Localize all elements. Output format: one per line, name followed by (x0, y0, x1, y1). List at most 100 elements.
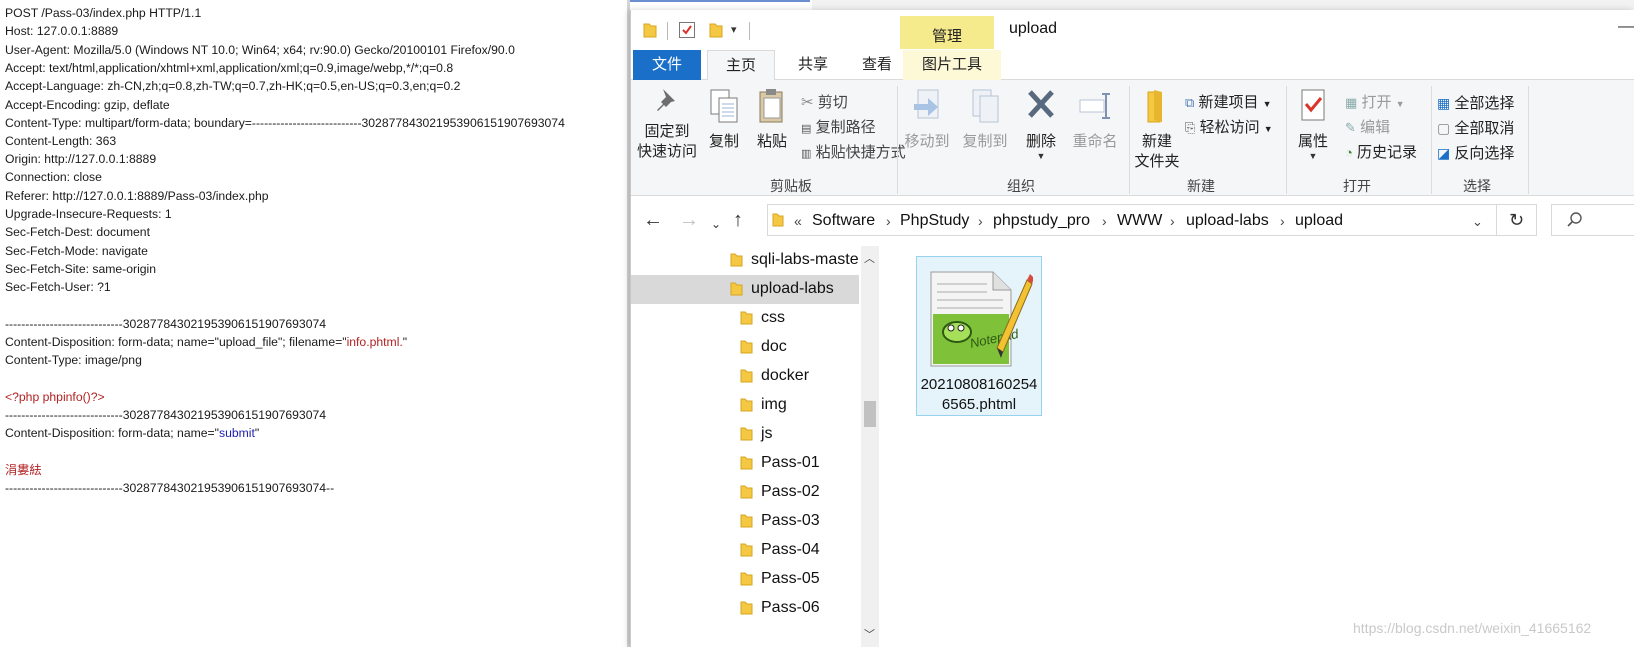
request-header-content-type[interactable]: Content-Type: multipart/form-data; bound… (5, 114, 565, 133)
scroll-down-arrow-icon[interactable]: ﹀ (864, 626, 875, 642)
folder-icon[interactable] (643, 22, 657, 38)
copy-button[interactable]: 复制 (703, 86, 745, 152)
submit-value-garbled[interactable]: 涓婁紶 (5, 461, 42, 480)
multipart-boundary[interactable]: -----------------------------30287784302… (5, 315, 326, 334)
new-item-button[interactable]: ⧉ 新建项目 ▼ (1185, 93, 1272, 114)
back-arrow-icon[interactable]: ← (643, 208, 663, 232)
tree-item-css[interactable]: css (631, 304, 859, 333)
tab-share[interactable]: 共享 (786, 50, 840, 80)
edit-button[interactable]: ✎ 编辑 (1345, 118, 1390, 138)
tab-picture-tools[interactable]: 图片工具 (903, 50, 1001, 80)
tree-item-pass-04[interactable]: Pass-04 (631, 536, 859, 565)
new-folder-button[interactable]: 新建 文件夹 (1131, 86, 1183, 172)
request-header-sec-fetch-site[interactable]: Sec-Fetch-Site: same-origin (5, 260, 156, 279)
recent-locations-chevron-icon[interactable]: ⌄ (711, 212, 721, 236)
scroll-up-arrow-icon[interactable]: ︿ (864, 250, 875, 266)
breadcrumb-separator-icon[interactable]: › (1170, 211, 1175, 231)
request-header-sec-fetch-dest[interactable]: Sec-Fetch-Dest: document (5, 223, 150, 242)
group-label-new: 新建 (1187, 178, 1215, 194)
request-header-referer[interactable]: Referer: http://127.0.0.1:8889/Pass-03/i… (5, 187, 269, 206)
part-content-type[interactable]: Content-Type: image/png (5, 351, 142, 370)
history-button[interactable]: ◔ 历史记录 (1345, 143, 1417, 163)
tree-item-pass-03[interactable]: Pass-03 (631, 507, 859, 536)
tree-item-docker[interactable]: docker (631, 362, 859, 391)
paste-shortcut-button[interactable]: ▥ 粘贴快捷方式 (801, 143, 906, 164)
tree-item-doc[interactable]: doc (631, 333, 859, 362)
address-bar[interactable]: « Software › PhpStudy › phpstudy_pro › W… (767, 204, 1497, 236)
content-disposition-upload-file[interactable]: Content-Disposition: form-data; name="up… (5, 333, 407, 352)
request-header-host[interactable]: Host: 127.0.0.1:8889 (5, 22, 118, 41)
tab-file[interactable]: 文件 (633, 50, 701, 80)
easy-access-button[interactable]: ⎘ 轻松访问 ▼ (1185, 118, 1273, 139)
request-header-sec-fetch-user[interactable]: Sec-Fetch-User: ?1 (5, 278, 111, 297)
address-history-chevron-icon[interactable]: ⌄ (1472, 212, 1483, 232)
scrollbar-thumb[interactable] (864, 401, 876, 427)
pin-quick-access-button[interactable]: 固定到 快速访问 (635, 86, 699, 162)
invert-selection-label: 反向选择 (1454, 145, 1515, 162)
request-header-sec-fetch-mode[interactable]: Sec-Fetch-Mode: navigate (5, 242, 148, 261)
forward-arrow-icon[interactable]: → (679, 208, 699, 232)
request-header-accept-encoding[interactable]: Accept-Encoding: gzip, deflate (5, 96, 170, 115)
properties-button[interactable]: 属性 ▼ (1289, 86, 1337, 161)
paste-button[interactable]: 粘贴 (749, 86, 795, 152)
request-header-upgrade-insecure[interactable]: Upgrade-Insecure-Requests: 1 (5, 205, 172, 224)
request-header-accept-language[interactable]: Accept-Language: zh-CN,zh;q=0.8,zh-TW;q=… (5, 77, 460, 96)
content-disposition-submit[interactable]: Content-Disposition: form-data; name="su… (5, 424, 259, 443)
request-header-connection[interactable]: Connection: close (5, 168, 102, 187)
copy-to-button[interactable]: 复制到 (957, 86, 1013, 152)
tree-item-pass-01[interactable]: Pass-01 (631, 449, 859, 478)
open-button[interactable]: ▦ 打开 ▼ (1345, 93, 1405, 114)
properties-check-icon[interactable] (679, 22, 695, 38)
rename-button[interactable]: 重命名 (1067, 86, 1123, 152)
breadcrumb-software[interactable]: Software (812, 211, 875, 231)
paste-icon (759, 89, 783, 123)
breadcrumb-www[interactable]: WWW (1117, 211, 1162, 231)
multipart-boundary[interactable]: -----------------------------30287784302… (5, 406, 326, 425)
tree-item-pass-05[interactable]: Pass-05 (631, 565, 859, 594)
request-line[interactable]: POST /Pass-03/index.php HTTP/1.1 (5, 4, 201, 23)
tree-item-js[interactable]: js (631, 420, 859, 449)
request-header-content-length[interactable]: Content-Length: 363 (5, 132, 116, 151)
refresh-button[interactable]: ↻ (1497, 204, 1537, 236)
http-request-pane[interactable]: POST /Pass-03/index.php HTTP/1.1 Host: 1… (0, 0, 630, 647)
select-none-button[interactable]: ▢ 全部取消 (1437, 118, 1514, 139)
breadcrumb-separator-icon[interactable]: › (978, 211, 983, 231)
breadcrumb-separator-icon[interactable]: › (1280, 211, 1285, 231)
breadcrumb-overflow[interactable]: « (794, 211, 802, 231)
up-arrow-icon[interactable]: ↑ (733, 208, 743, 232)
breadcrumb-separator-icon[interactable]: › (1102, 211, 1107, 231)
cut-button[interactable]: ✂ 剪切 (801, 93, 848, 113)
move-to-label: 移动到 (904, 133, 950, 150)
title-bar[interactable]: ▾ 管理 upload — (631, 10, 1634, 50)
move-to-button[interactable]: 移动到 (899, 86, 955, 152)
copy-path-button[interactable]: ▤ 复制路径 (801, 118, 876, 139)
search-input[interactable] (1551, 204, 1634, 236)
delete-button[interactable]: 删除 ▼ (1017, 86, 1065, 161)
breadcrumb-upload-labs[interactable]: upload-labs (1186, 211, 1269, 231)
tree-item-pass-06[interactable]: Pass-06 (631, 594, 859, 623)
breadcrumb-phpstudy-pro[interactable]: phpstudy_pro (993, 211, 1090, 231)
quick-access-dropdown-icon[interactable]: ▾ (731, 20, 737, 40)
request-header-origin[interactable]: Origin: http://127.0.0.1:8889 (5, 150, 156, 169)
select-all-button[interactable]: ▦ 全部选择 (1437, 93, 1514, 114)
tab-view[interactable]: 查看 (849, 50, 905, 80)
tree-item-pass-02[interactable]: Pass-02 (631, 478, 859, 507)
php-payload[interactable]: <?php phpinfo()?> (5, 388, 105, 407)
breadcrumb-separator-icon[interactable]: › (886, 211, 891, 231)
request-header-accept[interactable]: Accept: text/html,application/xhtml+xml,… (5, 59, 453, 78)
breadcrumb-phpstudy[interactable]: PhpStudy (900, 211, 969, 231)
navigation-pane[interactable]: sqli-labs-master upload-labs css doc doc… (631, 246, 859, 647)
tree-item-img[interactable]: img (631, 391, 859, 420)
multipart-boundary-end[interactable]: -----------------------------30287784302… (5, 479, 334, 498)
breadcrumb-upload[interactable]: upload (1295, 211, 1343, 231)
minimize-button[interactable]: — (1618, 18, 1634, 36)
tree-item-sqli-labs-master[interactable]: sqli-labs-master (631, 246, 859, 275)
file-item[interactable]: Notepad 202108081602546565.phtml (916, 256, 1042, 416)
request-header-user-agent[interactable]: User-Agent: Mozilla/5.0 (Windows NT 10.0… (5, 41, 515, 60)
navigation-scrollbar[interactable]: ︿ ﹀ (861, 246, 879, 647)
invert-selection-button[interactable]: ◪ 反向选择 (1437, 143, 1514, 164)
content-disposition-text: Content-Disposition: form-data; name=" (5, 426, 219, 440)
tab-home[interactable]: 主页 (707, 50, 775, 81)
new-folder-icon[interactable] (709, 22, 723, 38)
tree-item-upload-labs[interactable]: upload-labs (631, 275, 859, 304)
